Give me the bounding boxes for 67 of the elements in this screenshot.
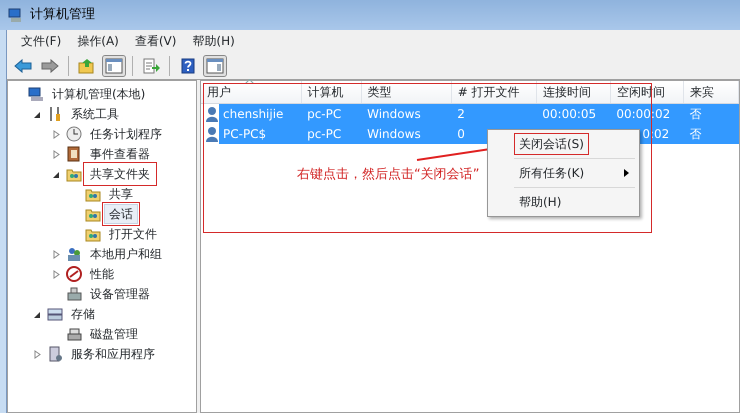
tree-item[interactable]: 性能: [85, 264, 119, 284]
disk-icon: [66, 326, 82, 342]
column-header[interactable]: # 打开文件: [451, 81, 536, 103]
menu-item[interactable]: 查看(V): [126, 32, 184, 50]
tree-collapsed-icon[interactable]: [52, 150, 60, 158]
annotation-text: 右键点击，然后点击“关闭会话”: [297, 166, 480, 184]
tree-item[interactable]: 共享: [104, 184, 138, 204]
tree-collapsed-icon[interactable]: [52, 270, 60, 278]
tree-item[interactable]: 设备管理器: [85, 284, 155, 304]
table-cell: Windows: [361, 103, 452, 124]
device-icon: [66, 286, 82, 302]
table-cell: 否: [683, 103, 738, 124]
tree-collapsed-icon[interactable]: [52, 130, 60, 138]
back-icon: [14, 58, 32, 74]
table-cell: pc-PC: [301, 103, 362, 124]
computer-icon: [28, 86, 44, 102]
tree-item[interactable]: 本地用户和组: [85, 244, 167, 264]
menu-item[interactable]: 帮助(H): [184, 32, 243, 50]
clock-icon: [66, 126, 82, 142]
tree-collapsed-icon[interactable]: [32, 350, 42, 358]
tree-expanded-icon[interactable]: [32, 310, 42, 318]
column-header[interactable]: 连接时间: [536, 81, 610, 103]
users-icon: [66, 246, 82, 262]
server-icon: [47, 346, 63, 362]
tree-item[interactable]: 系统工具: [66, 104, 124, 124]
menu-item[interactable]: 操作(A): [69, 32, 127, 50]
tree-collapsed-icon[interactable]: [52, 250, 60, 258]
action-pane-icon: [206, 58, 224, 74]
tree-expanded-icon[interactable]: [32, 110, 42, 118]
table-cell: 2: [451, 103, 536, 124]
tree-item[interactable]: 打开文件: [104, 224, 162, 244]
column-header[interactable]: 类型: [361, 81, 452, 103]
tree-item[interactable]: 事件查看器: [85, 144, 155, 164]
action-pane-button[interactable]: [203, 54, 227, 76]
table-cell: 00:00:05: [536, 103, 610, 124]
menu-item[interactable]: 文件(F): [13, 32, 70, 50]
tree-item[interactable]: 会话: [104, 204, 138, 224]
sort-ascending-icon: [245, 79, 254, 84]
folder-up-icon: [78, 58, 96, 74]
tree-item[interactable]: 计算机管理(本地): [47, 84, 150, 104]
pane-toggle-icon: [105, 58, 123, 74]
help-icon: [179, 58, 197, 74]
tree-item[interactable]: 存储: [66, 304, 100, 324]
tree-expanded-icon[interactable]: [52, 170, 60, 178]
menu-item[interactable]: 所有任务(K): [490, 161, 637, 185]
submenu-arrow-icon: [624, 169, 629, 177]
user-icon: [205, 126, 219, 142]
window-title: 计算机管理: [30, 6, 95, 24]
column-header[interactable]: 来宾: [683, 81, 738, 103]
export-list-icon: [142, 58, 160, 74]
tree-item[interactable]: 服务和应用程序: [66, 344, 160, 364]
tree-item[interactable]: 任务计划程序: [85, 124, 167, 144]
user-icon: [205, 106, 219, 122]
tree-item[interactable]: 磁盘管理: [85, 324, 143, 344]
column-header[interactable]: 用户: [201, 81, 302, 103]
forward-icon: [41, 58, 59, 74]
table-cell: Windows: [361, 124, 452, 144]
pane-toggle-button[interactable]: [102, 54, 126, 76]
book-icon: [66, 146, 82, 162]
tools-icon: [47, 106, 63, 122]
menu-item[interactable]: 帮助(H): [490, 190, 637, 214]
table-cell: pc-PC: [301, 124, 362, 144]
storage-icon: [47, 306, 63, 322]
tree-item[interactable]: 共享文件夹: [85, 164, 155, 184]
computer-icon: [8, 7, 24, 23]
column-header[interactable]: 计算机: [301, 81, 362, 103]
table-cell: 否: [683, 124, 738, 144]
